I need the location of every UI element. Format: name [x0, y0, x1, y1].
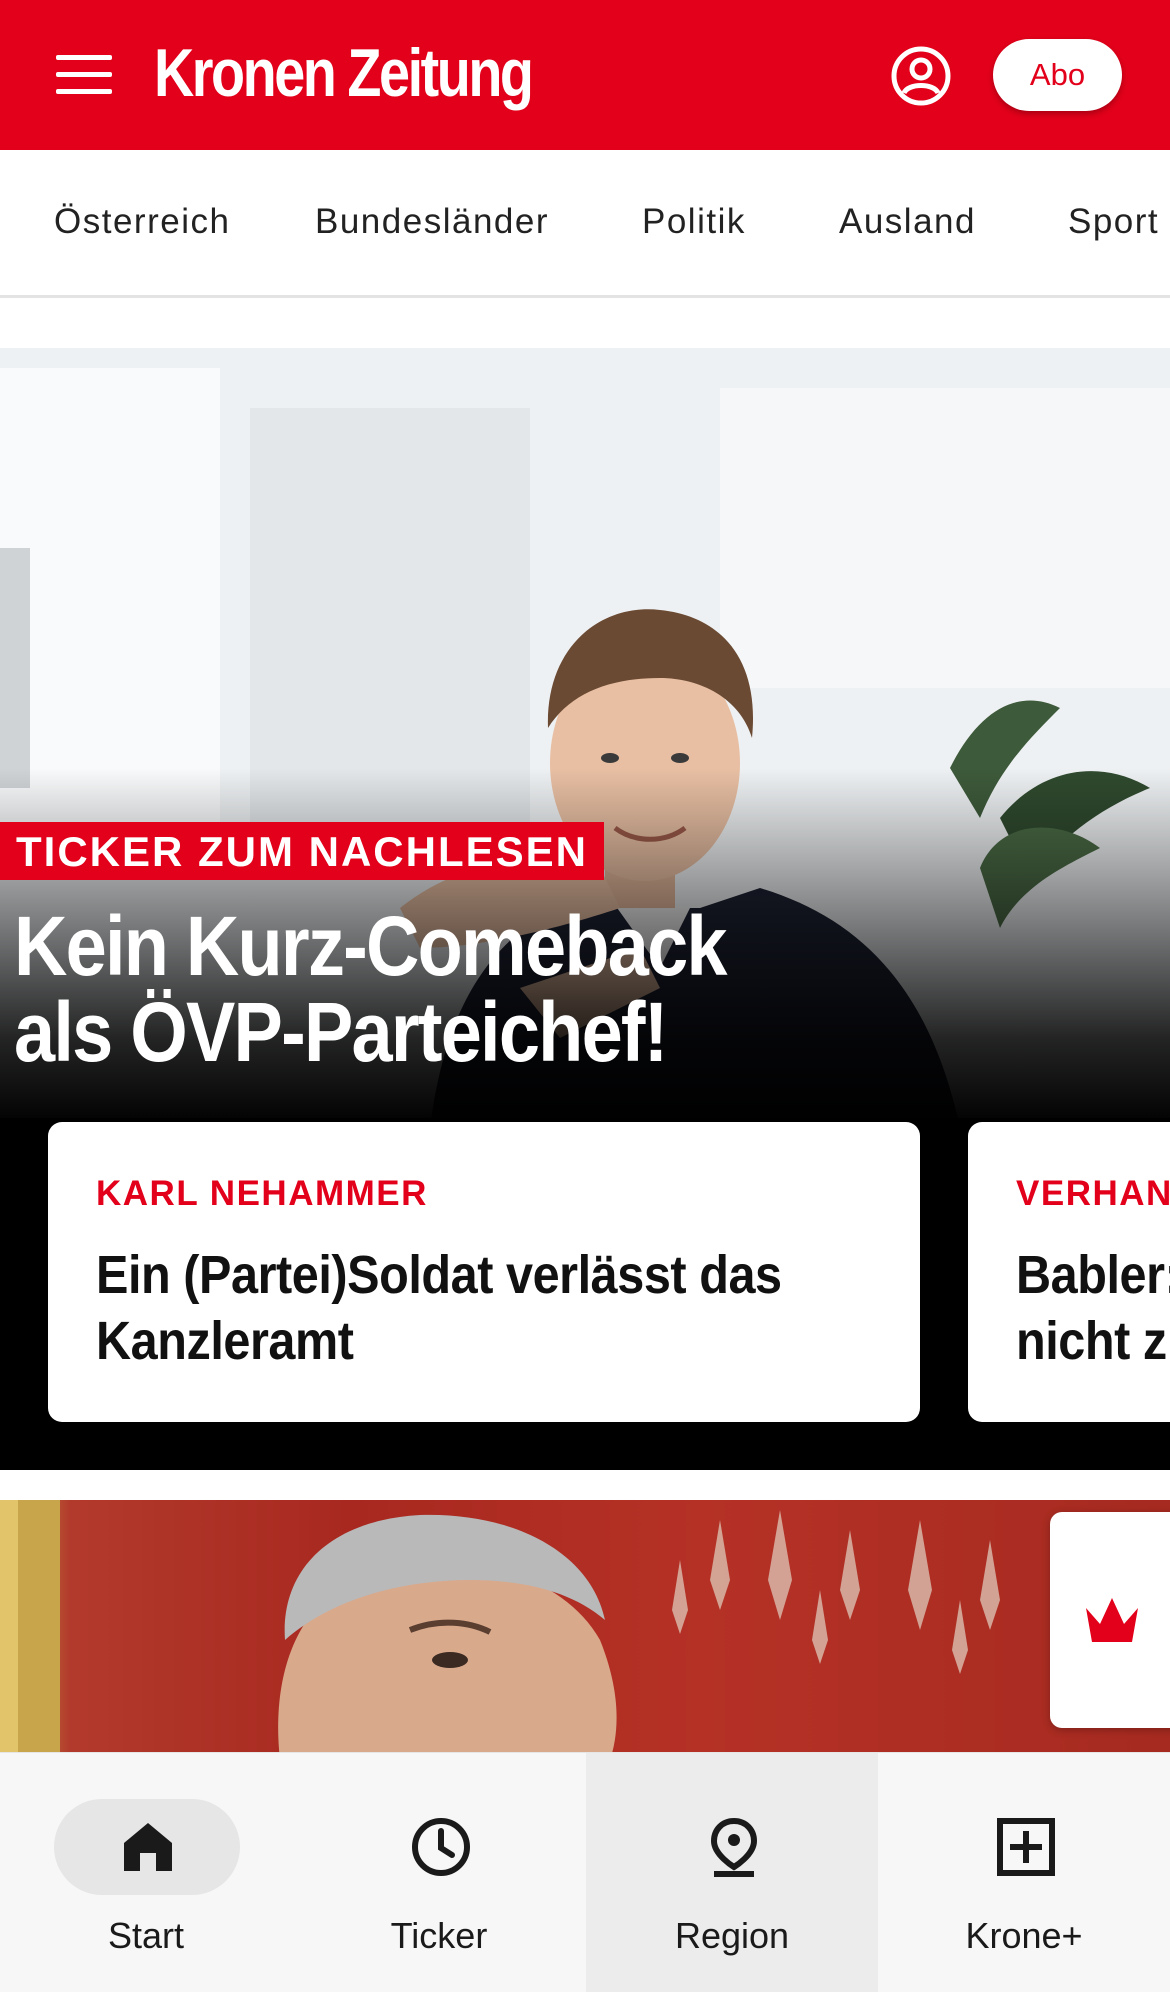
hero-headline-line2: als ÖVP-Parteichef!: [14, 985, 668, 1079]
related-card-title-line1: Babler:: [1016, 1245, 1170, 1305]
tab-label: Ticker: [390, 1915, 488, 1956]
plus-box-icon: [997, 1818, 1055, 1876]
tab-label: Region: [674, 1915, 790, 1956]
category-nav: Österreich Bundesländer Politik Ausland …: [0, 150, 1170, 298]
related-card[interactable]: KARL NEHAMMER Ein (Partei)Soldat verläss…: [48, 1122, 920, 1422]
related-card-kicker: KARL NEHAMMER: [96, 1174, 428, 1213]
category-tab-bundeslaender[interactable]: Bundesländer: [315, 202, 549, 242]
home-icon: [124, 1823, 172, 1871]
abo-button[interactable]: Abo: [993, 39, 1122, 111]
tab-ticker[interactable]: Ticker: [293, 1753, 585, 1992]
related-card-title: Babler: nicht z: [1016, 1242, 1170, 1374]
tab-region[interactable]: Region: [586, 1753, 878, 1992]
related-card-title-line2: Kanzleramt: [96, 1311, 354, 1371]
hero-article[interactable]: TICKER ZUM NACHLESEN Kein Kurz-Comeback …: [0, 348, 1170, 1470]
hero-headline[interactable]: Kein Kurz-Comeback als ÖVP-Parteichef!: [14, 903, 982, 1075]
category-tab-ausland[interactable]: Ausland: [839, 202, 976, 242]
article-teaser-image[interactable]: [0, 1500, 1170, 1760]
related-card[interactable]: VERHANDLUNGEN Babler: nicht z: [968, 1122, 1170, 1422]
hero-kicker-badge: TICKER ZUM NACHLESEN: [0, 822, 604, 880]
category-tab-politik[interactable]: Politik: [642, 202, 746, 242]
related-card-title: Ein (Partei)Soldat verlässt das Kanzlera…: [96, 1242, 906, 1374]
hero-headline-line1: Kein Kurz-Comeback: [14, 899, 728, 993]
related-card-kicker: VERHANDLUNGEN: [1016, 1174, 1170, 1213]
category-tab-oesterreich[interactable]: Österreich: [54, 202, 230, 242]
related-card-title-line2: nicht z: [1016, 1311, 1167, 1371]
user-account-icon[interactable]: [890, 45, 952, 107]
krone-side-tab[interactable]: [1050, 1512, 1170, 1728]
category-tab-sport[interactable]: Sport: [1068, 202, 1159, 242]
related-card-title-line1: Ein (Partei)Soldat verlässt das: [96, 1245, 782, 1305]
app-header: Kronen Zeitung Abo: [0, 0, 1170, 150]
hamburger-menu-icon[interactable]: [56, 55, 112, 95]
location-pin-icon: [710, 1817, 758, 1877]
tab-label: Krone+: [965, 1915, 1083, 1956]
related-cards-carousel[interactable]: KARL NEHAMMER Ein (Partei)Soldat verläss…: [0, 1122, 1170, 1422]
tab-start[interactable]: Start: [0, 1753, 292, 1992]
tab-krone-plus[interactable]: Krone+: [878, 1753, 1170, 1992]
clock-icon: [412, 1818, 470, 1876]
crown-icon: [1086, 1598, 1138, 1642]
kronen-zeitung-logo[interactable]: Kronen Zeitung: [154, 34, 534, 112]
tab-label: Start: [107, 1915, 185, 1956]
bottom-tab-bar: Start Ticker Region Krone+: [0, 1752, 1170, 1992]
